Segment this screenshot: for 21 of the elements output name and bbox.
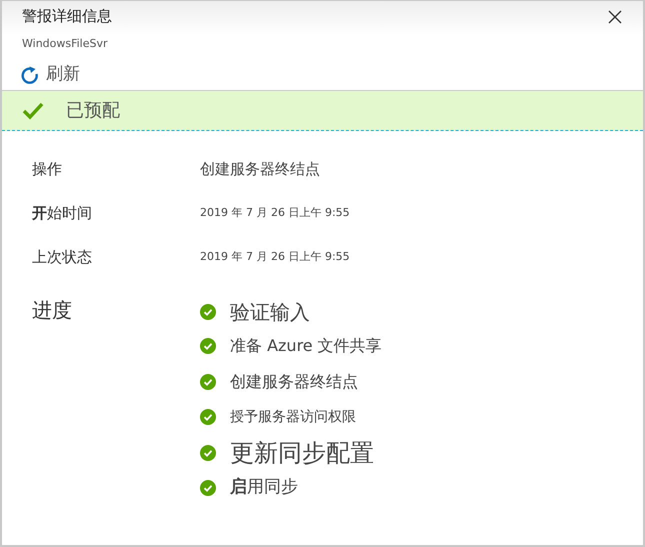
detail-label: 上次状态 — [32, 248, 92, 266]
close-button[interactable] — [607, 9, 623, 25]
refresh-icon — [20, 64, 40, 84]
detail-value: 2019 年 7 月 26 日上午 9:55 — [200, 206, 350, 219]
close-icon — [607, 9, 623, 25]
step-text: 更新同步配置 — [230, 438, 374, 469]
checkmark-icon — [22, 100, 44, 120]
step-text: 创建服务器终结点 — [230, 371, 358, 393]
step-text: 授予服务器访问权限 — [230, 408, 356, 426]
status-text: 已预配 — [66, 99, 120, 123]
refresh-button[interactable]: 刷新 — [20, 62, 80, 88]
detail-value: 创建服务器终结点 — [200, 160, 320, 178]
step-text: 启用同步 — [230, 476, 298, 500]
window-subtitle: WindowsFileSvr — [22, 36, 109, 52]
step-text: 验证输入 — [230, 299, 310, 326]
detail-value: 2019 年 7 月 26 日上午 9:55 — [200, 250, 350, 263]
progress-label: 进度 — [32, 298, 72, 322]
window-title: 警报详细信息 — [22, 6, 112, 27]
detail-label: 开始时间 — [32, 204, 92, 222]
step-text: 准备 Azure 文件共享 — [230, 335, 382, 357]
detail-label: 操作 — [32, 160, 62, 178]
